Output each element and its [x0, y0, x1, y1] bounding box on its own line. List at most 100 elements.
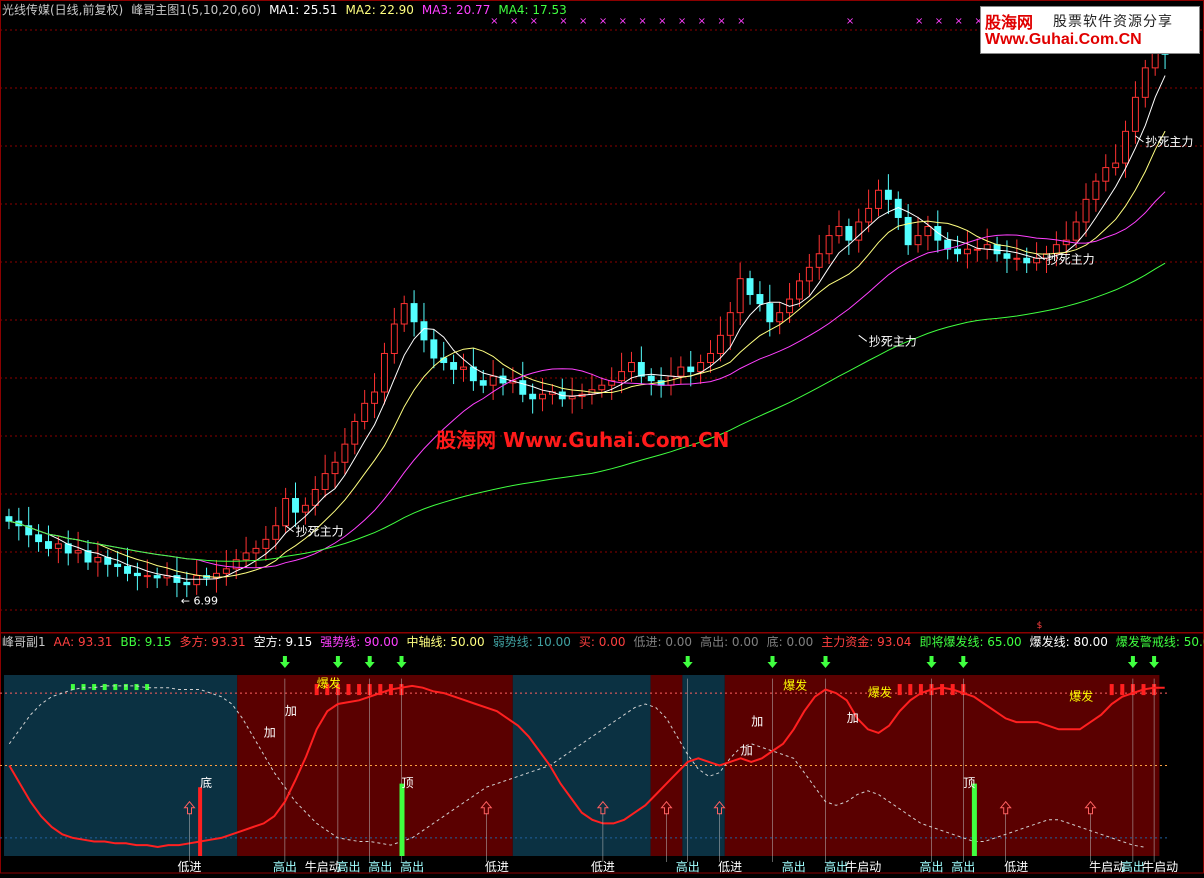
di-value: 底: 0.00: [766, 635, 814, 649]
candle-body: [282, 498, 290, 527]
top-red-bar: [897, 684, 902, 696]
candle-body: [529, 393, 537, 400]
candle-body: [183, 581, 191, 586]
ma-line-60: [8, 262, 1166, 562]
down-arrow-icon: [820, 656, 831, 668]
candle-body: [707, 352, 714, 364]
candle-body: [637, 362, 645, 377]
candle-body: [1141, 67, 1149, 98]
down-arrow-icon: [396, 656, 407, 668]
aa-value: AA: 93.31: [53, 635, 113, 649]
bottom-signal-label: 高出: [337, 859, 361, 874]
top-green-bar: [113, 684, 118, 691]
bottom-signal-label: 牛启动: [1142, 859, 1178, 874]
top-red-bar: [940, 684, 945, 696]
candle-body: [272, 525, 280, 540]
candle-body: [795, 280, 803, 300]
indicator-label: 顶: [402, 776, 414, 790]
indicator-label: 加: [285, 704, 297, 718]
bb-value: BB: 9.15: [120, 635, 172, 649]
candle-body: [568, 396, 576, 400]
candle-body: [341, 443, 349, 463]
candle-body: [598, 384, 606, 391]
signal-x-marker: ×: [717, 16, 725, 27]
bottom-signal-label: 牛启动: [1089, 859, 1125, 874]
signal-x-marker: ×: [955, 16, 963, 27]
candle-body: [904, 216, 912, 246]
zhongzhou-value: 中轴线: 50.00: [406, 635, 485, 649]
candle-body: [736, 278, 744, 314]
candle-body: [1003, 253, 1011, 259]
candle-body: [193, 575, 201, 586]
candle-body: [292, 498, 299, 513]
signal-x-marker: ×: [599, 16, 607, 27]
candle-body: [143, 575, 151, 578]
zone-bull: [724, 675, 1160, 856]
down-arrow-icon: [1127, 656, 1138, 668]
signal-x-marker: ×: [935, 16, 943, 27]
candle-body: [1023, 257, 1031, 264]
candle-body: [301, 504, 309, 513]
candle-body: [766, 303, 774, 323]
kongfang-value: 空方: 9.15: [253, 635, 313, 649]
indicator-label: 爆发: [783, 677, 807, 692]
indicator-label: 加: [264, 726, 276, 740]
annotation-pointer: [1135, 135, 1144, 143]
candle-body: [954, 248, 962, 255]
candle-body: [825, 235, 833, 255]
top-green-bar: [81, 684, 86, 691]
candle-body: [884, 189, 892, 200]
bottom-signal-label: 牛启动: [305, 859, 341, 874]
ruoshi-value: 弱势线: 10.00: [492, 635, 571, 649]
sub-title: 峰哥副1: [2, 635, 46, 649]
top-red-bar: [908, 684, 913, 696]
annotation-label: 抄死主力: [1145, 135, 1193, 149]
ma-line-10: [8, 130, 1166, 578]
signal-x-marker: ×: [678, 16, 686, 27]
candle-body: [519, 380, 527, 395]
down-arrow-icon: [279, 656, 290, 668]
candle-body: [924, 226, 932, 237]
indicator-label: 加: [751, 715, 763, 729]
candle-body: [489, 375, 497, 386]
candle-body: [331, 461, 339, 475]
down-arrow-icon: [1149, 656, 1160, 668]
bottom-signal-bar: [198, 787, 203, 856]
gaochu-value: 高出: 0.00: [700, 635, 759, 649]
candle-body: [54, 543, 62, 549]
top-green-bar: [134, 684, 139, 691]
ma-line-20: [8, 191, 1166, 569]
bottom-signal-label: 高出: [920, 859, 944, 874]
signal-x-marker: ×: [579, 16, 587, 27]
candle-body: [361, 402, 369, 422]
candle-body: [74, 550, 82, 554]
jijiang-value: 即将爆发线: 65.00: [919, 635, 1022, 649]
candle-body: [351, 420, 359, 445]
logo-brand: 股海网: [985, 13, 1034, 32]
candle-body: [726, 312, 734, 336]
ma3-value: MA3: 20.77: [421, 3, 491, 17]
candle-body: [746, 278, 754, 296]
candle-body: [242, 552, 250, 561]
candle-body: [815, 253, 823, 268]
candle-body: [539, 393, 546, 400]
watermark: 股海网 Www.Guhai.Com.CN: [436, 428, 730, 452]
top-green-bar: [123, 684, 128, 691]
candle-body: [973, 248, 981, 251]
candle-body: [45, 541, 52, 549]
annotation-pointer: [858, 334, 868, 342]
mai-value: 买: 0.00: [578, 635, 626, 649]
candle-body: [628, 362, 635, 373]
bottom-signal-label: 低进: [1004, 860, 1028, 874]
indicator-label: 加: [847, 711, 859, 725]
main-title: 光线传媒(日线,前复权): [2, 3, 124, 17]
bottom-signal-label: 低进: [485, 860, 509, 874]
down-arrow-icon: [926, 656, 937, 668]
down-arrow-icon: [767, 656, 778, 668]
bottom-signal-label: 牛启动: [845, 859, 881, 874]
candle-body: [1092, 180, 1100, 200]
indicator-label: 爆发: [317, 676, 341, 691]
top-green-bar: [102, 684, 107, 691]
candle-body: [618, 371, 626, 382]
site-logo[interactable]: 股海网 股票软件资源分享 Www.Guhai.Com.CN: [980, 6, 1200, 54]
